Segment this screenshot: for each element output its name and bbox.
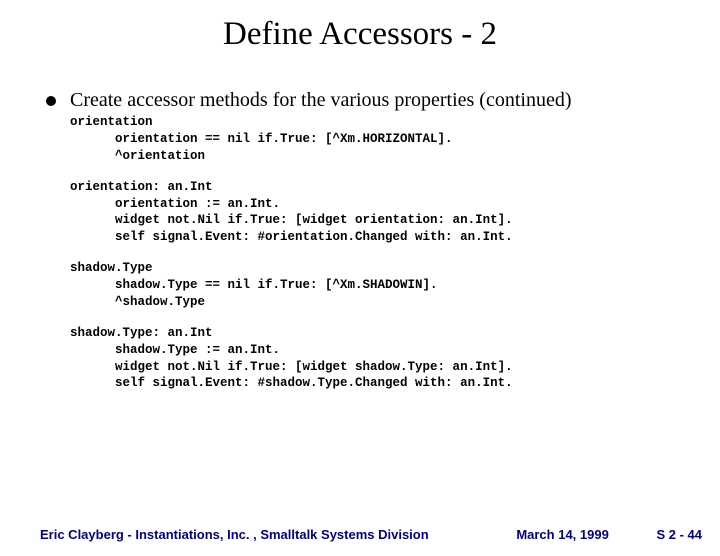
bullet-icon <box>46 96 56 106</box>
code-block-3: shadow.Type shadow.Type == nil if.True: … <box>70 260 680 311</box>
bullet-item: Create accessor methods for the various … <box>46 89 680 112</box>
code-block-4: shadow.Type: an.Int shadow.Type := an.In… <box>70 325 680 393</box>
page-title: Define Accessors - 2 <box>0 16 720 53</box>
bullet-text: Create accessor methods for the various … <box>70 89 571 112</box>
content-area: Create accessor methods for the various … <box>46 89 680 392</box>
code-block-1: orientation orientation == nil if.True: … <box>70 114 680 165</box>
code-block-2: orientation: an.Int orientation := an.In… <box>70 179 680 247</box>
